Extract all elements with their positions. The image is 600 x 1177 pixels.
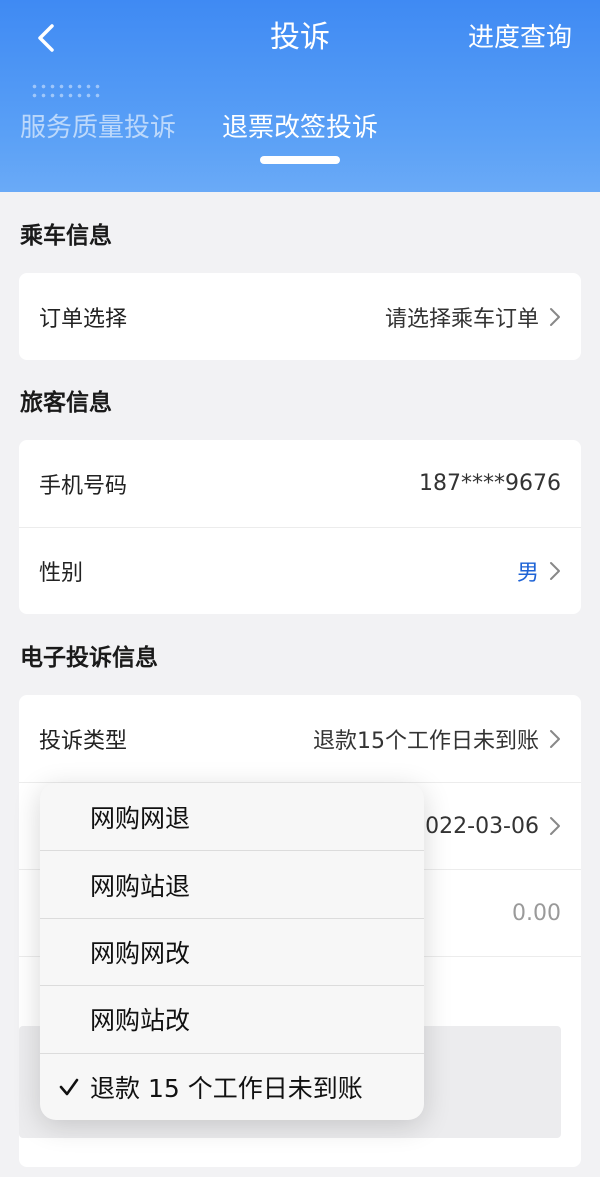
gender-row[interactable]: 性别 男 bbox=[19, 527, 581, 614]
gender-value: 男 bbox=[516, 561, 539, 586]
complaint-type-label: 投诉类型 bbox=[39, 728, 128, 754]
dropdown-option[interactable]: 网购网改 bbox=[40, 917, 424, 985]
dropdown-option[interactable]: 网购站改 bbox=[40, 985, 424, 1052]
dropdown-option-label: 网购站改 bbox=[90, 1006, 191, 1036]
chevron-right-icon bbox=[550, 562, 560, 580]
tab-refund-change[interactable]: 退票改签投诉 bbox=[222, 108, 378, 148]
ride-info-card: 订单选择 请选择乘车订单 bbox=[19, 273, 581, 360]
phone-value: 187****9676 bbox=[419, 471, 561, 496]
gender-label: 性别 bbox=[39, 561, 84, 586]
complaint-type-dropdown: 网购网退 网购站退 网购网改 网购站改 退款 15 个工作日未到账 bbox=[40, 783, 424, 1120]
order-value: 请选择乘车订单 bbox=[384, 306, 539, 332]
check-icon bbox=[59, 1078, 79, 1096]
section-title-ride: 乘车信息 bbox=[20, 223, 112, 249]
decorative-dots bbox=[30, 82, 100, 100]
chevron-left-icon bbox=[38, 24, 54, 52]
chevron-right-icon bbox=[550, 307, 560, 326]
section-title-passenger: 旅客信息 bbox=[20, 390, 112, 416]
header-bar: 投诉 进度查询 服务质量投诉 退票改签投诉 bbox=[0, 0, 600, 192]
progress-query-link[interactable]: 进度查询 bbox=[468, 18, 572, 58]
section-title-complaint: 电子投诉信息 bbox=[20, 645, 158, 671]
dropdown-option-selected[interactable]: 退款 15 个工作日未到账 bbox=[40, 1052, 424, 1120]
order-select-row[interactable]: 订单选择 请选择乘车订单 bbox=[19, 273, 581, 360]
back-button[interactable] bbox=[28, 18, 68, 58]
passenger-info-card: 手机号码 187****9676 性别 男 bbox=[19, 440, 581, 614]
phone-row: 手机号码 187****9676 bbox=[19, 440, 581, 527]
chevron-right-icon bbox=[550, 729, 560, 748]
dropdown-option-label: 退款 15 个工作日未到账 bbox=[90, 1073, 363, 1103]
dropdown-option[interactable]: 网购网退 bbox=[40, 783, 424, 850]
phone-label: 手机号码 bbox=[39, 473, 128, 499]
dropdown-option-label: 网购网退 bbox=[90, 803, 191, 833]
order-label: 订单选择 bbox=[39, 306, 128, 332]
active-tab-indicator bbox=[260, 156, 340, 164]
chevron-right-icon bbox=[550, 817, 560, 835]
dropdown-option-label: 网购站退 bbox=[90, 871, 191, 901]
complaint-type-value: 退款15个工作日未到账 bbox=[313, 728, 539, 754]
date-value: 2022-03-06 bbox=[411, 813, 539, 839]
amount-value: 0.00 bbox=[512, 900, 561, 926]
complaint-type-row[interactable]: 投诉类型 退款15个工作日未到账 bbox=[19, 695, 581, 782]
tab-service-quality[interactable]: 服务质量投诉 bbox=[20, 108, 176, 148]
dropdown-option-label: 网购网改 bbox=[90, 938, 191, 968]
dropdown-option[interactable]: 网购站退 bbox=[40, 850, 424, 917]
